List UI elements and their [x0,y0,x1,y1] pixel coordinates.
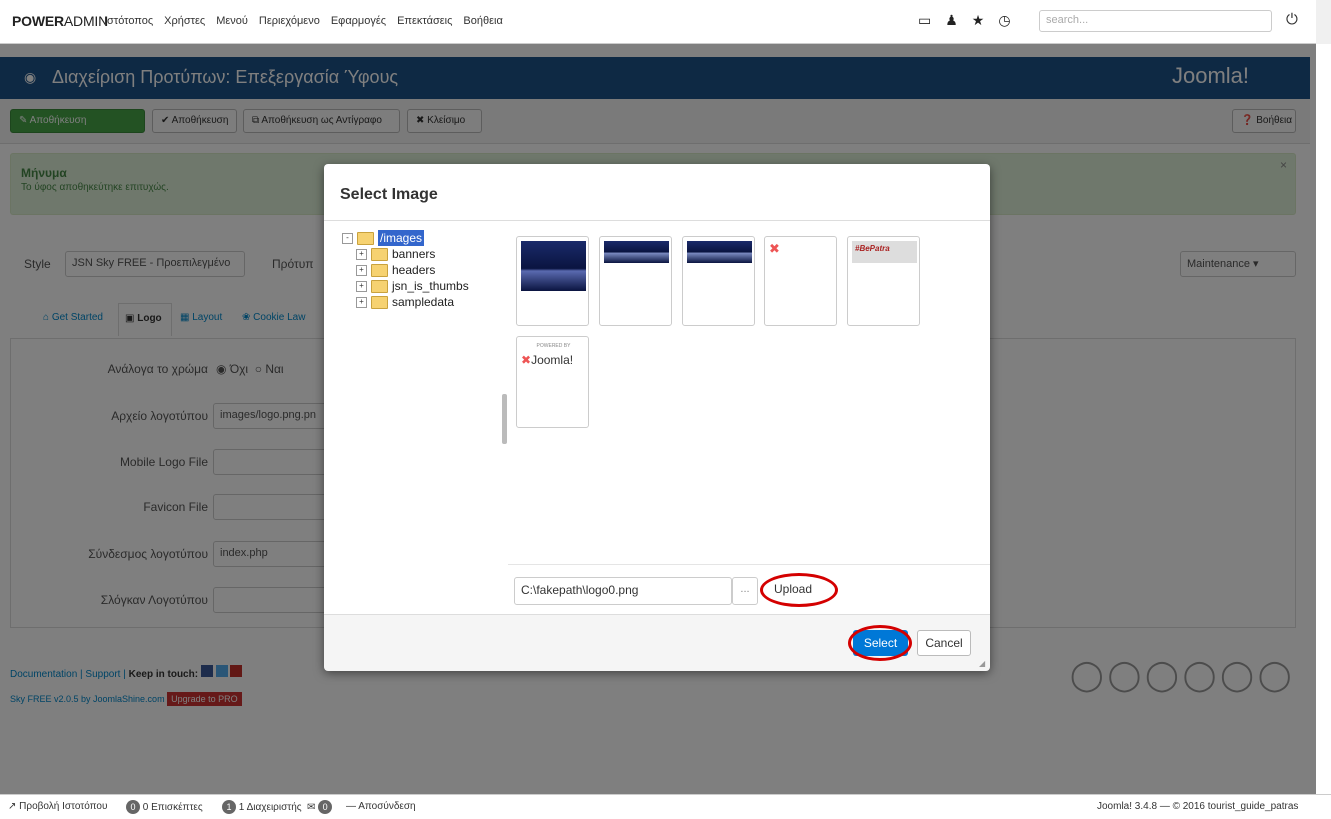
tree-scrollbar[interactable] [502,394,507,444]
cancel-button[interactable]: Cancel [917,630,971,656]
menu-item-menus[interactable]: Μενού [216,15,248,27]
bepatra-logo: #BePatra [852,241,917,263]
power-icon[interactable]: ⏻ [1286,11,1298,28]
menu-item-users[interactable]: Χρήστες [164,15,205,27]
main-menu: Ιστότοπος Χρήστες Μενού Περιεχόμενο Εφαρ… [104,15,503,27]
clock-icon[interactable]: ◷ [998,12,1010,29]
joomla-logo-icon: ✖ [769,241,780,256]
folder-open-icon [357,231,374,245]
menu-item-content[interactable]: Περιεχόμενο [259,15,320,27]
image-grid: ✖ #BePatra POWERED BY ✖Joomla! [508,228,990,608]
expand-icon[interactable]: + [356,280,367,292]
folder-icon [371,263,388,277]
dialog-footer: Select Cancel ◢ [324,614,990,671]
folder-icon [371,279,388,293]
thumbnail-image [604,241,669,263]
folder-tree: -/images + banners + headers + jsn_is_thumb… [342,230,469,310]
search-input[interactable]: search... [1039,10,1272,32]
image-thumb[interactable] [599,236,672,326]
image-thumb[interactable]: POWERED BY ✖Joomla! [516,336,589,428]
view-site-link[interactable]: ↗ Προβολή Ιστοτόπου [8,801,107,812]
image-thumb[interactable] [682,236,755,326]
messages-info[interactable]: ✉ 0 [307,800,333,814]
image-thumb[interactable] [516,236,589,326]
thumbnail-image [521,241,586,291]
select-highlight-ring [848,625,912,661]
upload-row: C:\fakepath\logo0.png ... Upload [508,564,990,615]
brand-logo[interactable]: POWERADMIN [12,13,108,29]
tree-node-sampledata[interactable]: + sampledata [342,294,469,310]
monitor-icon[interactable]: ▭ [918,12,931,29]
powered-by-text: POWERED BY [536,343,571,349]
menu-item-help[interactable]: Βοήθεια [463,15,502,27]
dialog-divider [324,220,990,221]
version-info: Joomla! 3.4.8 — © 2016 tourist_guide_pat… [1097,801,1299,812]
upload-highlight-ring [760,573,838,607]
folder-icon [371,295,388,309]
visitors-info[interactable]: 0 0 Επισκέπτες [126,800,203,814]
image-thumb[interactable]: ✖ [764,236,837,326]
thumbnail-image [687,241,752,263]
expand-icon[interactable]: + [356,264,367,276]
resize-handle-icon[interactable]: ◢ [979,659,985,668]
collapse-icon[interactable]: - [342,232,353,244]
menu-item-site[interactable]: Ιστότοπος [104,15,153,27]
admins-info[interactable]: 1 1 Διαχειριστής [222,800,302,814]
user-icon[interactable]: ♟ [945,12,958,29]
tree-node-headers[interactable]: + headers [342,262,469,278]
tree-node-banners[interactable]: + banners [342,246,469,262]
topbar-icons: ▭ ♟ ★ ◷ [918,12,1011,29]
select-image-dialog: Select Image -/images + banners + headers … [324,164,990,671]
image-thumb[interactable]: #BePatra [847,236,920,326]
mail-icon: ✉ [307,802,316,813]
upload-file-path[interactable]: C:\fakepath\logo0.png [514,577,732,605]
expand-icon[interactable]: + [356,248,367,260]
admin-topbar: POWERADMIN Ιστότοπος Χρήστες Μενού Περιε… [0,0,1331,44]
logout-link[interactable]: — Αποσύνδεση [346,801,416,812]
tree-node-jsn-is-thumbs[interactable]: + jsn_is_thumbs [342,278,469,294]
browse-button[interactable]: ... [732,577,758,605]
window-scrollbar[interactable] [1316,0,1331,44]
expand-icon[interactable]: + [356,296,367,308]
status-bar: ↗ Προβολή Ιστοτόπου 0 0 Επισκέπτες 1 1 Δ… [0,794,1331,819]
menu-item-components[interactable]: Εφαρμογές [331,15,386,27]
menu-item-extensions[interactable]: Επεκτάσεις [397,15,452,27]
folder-icon [371,247,388,261]
powered-by-joomla-logo: ✖Joomla! [521,353,574,367]
tree-node-root[interactable]: -/images [342,230,469,246]
star-icon[interactable]: ★ [972,12,985,29]
external-link-icon: ↗ [8,801,17,812]
dialog-title: Select Image [340,186,438,203]
